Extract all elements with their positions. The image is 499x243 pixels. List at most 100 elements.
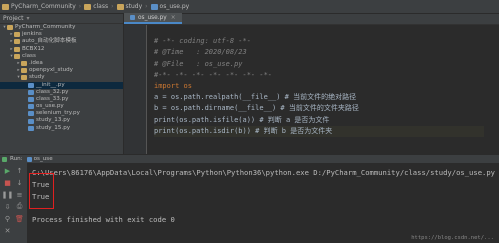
console-command: C:\Users\86176\AppData\Local\Programs\Py… (32, 168, 496, 177)
python-file-icon (28, 96, 34, 102)
line-gutter (124, 25, 147, 154)
down-arrow-icon[interactable]: ↓ (15, 178, 24, 187)
tree-item-label: class_32.py (36, 88, 69, 95)
tree-item-label: PyCharm_Community (15, 24, 76, 30)
tree-item[interactable]: class_32.py (0, 89, 123, 96)
project-tree: ▾ PyCharm_Community ▸ jenkins ▸ auto_自动化脚本模板 ▸… (0, 24, 123, 132)
editor-tab-bar: os_use.py × (124, 13, 499, 25)
tree-item[interactable]: ▸ BCBX12 (0, 46, 123, 53)
run-config-tab[interactable]: os_use (26, 156, 53, 162)
code-editor[interactable]: os_use.py × # -*- coding: utf-8 -*- # @T… (124, 13, 499, 154)
tree-item[interactable]: study_15.py (0, 125, 123, 132)
tree-item[interactable]: ▾ PyCharm_Community (0, 24, 123, 31)
tab-os-use[interactable]: os_use.py × (124, 13, 182, 24)
tree-item[interactable]: ▾ class (0, 53, 123, 60)
folder-icon (21, 68, 27, 74)
tree-item-label: .idea (29, 59, 43, 66)
tree-item[interactable]: __init__.py (0, 81, 123, 89)
tree-item[interactable]: ▸ .idea (0, 60, 123, 67)
tree-item[interactable]: selenium_try.py (0, 110, 123, 117)
project-panel-header[interactable]: Project ▾ (0, 14, 123, 24)
run-console[interactable]: C:\Users\86176\AppData\Local\Programs\Py… (27, 163, 499, 243)
tree-item[interactable]: ▸ auto_自动化脚本模板 (0, 38, 123, 45)
python-file-icon (28, 104, 34, 110)
folder-icon (116, 3, 124, 10)
tree-item-label: BCBX12 (22, 45, 45, 52)
python-file-icon (28, 118, 34, 124)
tree-item-label: class_33.py (36, 95, 69, 102)
folder-icon (7, 25, 13, 31)
folder-icon (21, 61, 27, 67)
chevron-down-icon[interactable]: ▾ (27, 15, 30, 22)
python-file-icon (130, 15, 135, 20)
run-toolbar: ▶ ↑ ■ ↓ ❚❚ ≡ ⇩ ⎙ ⚲ 🗑 ✕ (0, 163, 28, 243)
code-area[interactable]: # -*- coding: utf-8 -*- # @Time : 2020/0… (154, 25, 484, 148)
code-line-2: # @Time : 2020/08/23 (154, 48, 247, 57)
tree-item[interactable]: class_33.py (0, 96, 123, 103)
close-icon[interactable]: ✕ (3, 226, 12, 235)
rerun-icon[interactable]: ▶ (3, 166, 12, 175)
delete-icon[interactable]: 🗑 (15, 214, 24, 223)
tree-item[interactable]: os_use.py (0, 103, 123, 110)
folder-icon (14, 32, 20, 38)
tree-item-label: study_15.py (36, 124, 71, 131)
tab-label: os_use.py (138, 14, 167, 21)
code-line-6: a = os.path.realpath(__file__) # 当前文件的绝对… (154, 93, 357, 102)
python-file-icon (150, 3, 158, 10)
folder-icon (84, 3, 92, 10)
tree-item[interactable]: ▸ openpyxl_study (0, 67, 123, 74)
breadcrumb-label: PyCharm_Community (11, 3, 76, 10)
folder-icon (21, 75, 27, 81)
breadcrumb-label: class (93, 3, 109, 10)
pin-icon[interactable]: ⚲ (3, 214, 12, 223)
code-line-3: # @File : os_use.py (154, 59, 243, 68)
project-panel-title: Project (3, 15, 24, 22)
code-line-8: print(os.path.isfile(a)) # 判断 a 是否为文件 (154, 115, 330, 124)
code-line-7: b = os.path.dirname(__file__) # 当前文件的文件夹… (154, 104, 359, 113)
run-config-label: os_use (33, 156, 53, 162)
watermark: https://blog.csdn.net/... (411, 235, 494, 241)
highlight-box (29, 173, 54, 209)
breadcrumb-file[interactable]: os_use.py (150, 3, 190, 10)
python-file-icon (28, 89, 34, 95)
breadcrumb-study[interactable]: study › (116, 3, 148, 10)
python-file-icon (28, 125, 34, 131)
breadcrumb-label: study (125, 3, 143, 10)
project-panel: Project ▾ ▾ PyCharm_Community ▸ jenkins ▸ aut… (0, 14, 124, 154)
pause-icon[interactable]: ❚❚ (2, 190, 14, 199)
code-line-9: print(os.path.isdir(b)) # 判断 b 是否为文件夹 (154, 125, 484, 138)
breadcrumb-label: os_use.py (159, 3, 190, 10)
soft-wrap-icon[interactable]: ≡ (15, 190, 24, 199)
scroll-to-end-icon[interactable]: ⇩ (3, 202, 12, 211)
run-tab-label[interactable]: Run: (10, 156, 23, 162)
code-line-4: #-*- -*- -*- -*- -*- -*- -*- (154, 70, 273, 79)
breadcrumb-root[interactable]: PyCharm_Community › (2, 3, 81, 10)
run-panel-header: Run: os_use (0, 154, 499, 163)
navigation-bar: PyCharm_Community › class › study › os_use.… (0, 0, 499, 14)
print-icon[interactable]: ⎙ (15, 202, 24, 211)
tree-item-label: study (29, 74, 45, 81)
folder-icon (2, 3, 9, 10)
python-file-icon (28, 111, 34, 117)
folder-icon (14, 39, 20, 45)
tree-item-label: openpyxl_study (29, 67, 73, 74)
folder-icon (14, 53, 20, 59)
tree-item-label: os_use.py (36, 103, 64, 110)
tree-item-label: selenium_try.py (36, 110, 80, 117)
breadcrumb-class[interactable]: class › (84, 3, 114, 10)
run-icon (2, 156, 7, 162)
stop-icon[interactable]: ■ (3, 178, 12, 187)
tree-item-label: study_13.py (36, 117, 71, 124)
folder-icon (14, 46, 20, 52)
tree-item-label: class (22, 52, 36, 59)
up-arrow-icon[interactable]: ↑ (15, 166, 24, 175)
code-line-1: # -*- coding: utf-8 -*- (154, 37, 251, 46)
tree-item-label: __init__.py (36, 81, 65, 88)
code-line-5: import os (154, 82, 192, 91)
console-exit-message: Process finished with exit code 0 (32, 215, 175, 224)
python-file-icon (28, 82, 34, 88)
tree-item[interactable]: study_13.py (0, 117, 123, 124)
tree-item-label: auto_自动化脚本模板 (22, 38, 77, 45)
close-icon[interactable]: × (171, 15, 176, 21)
tree-item[interactable]: ▾ study (0, 74, 123, 81)
